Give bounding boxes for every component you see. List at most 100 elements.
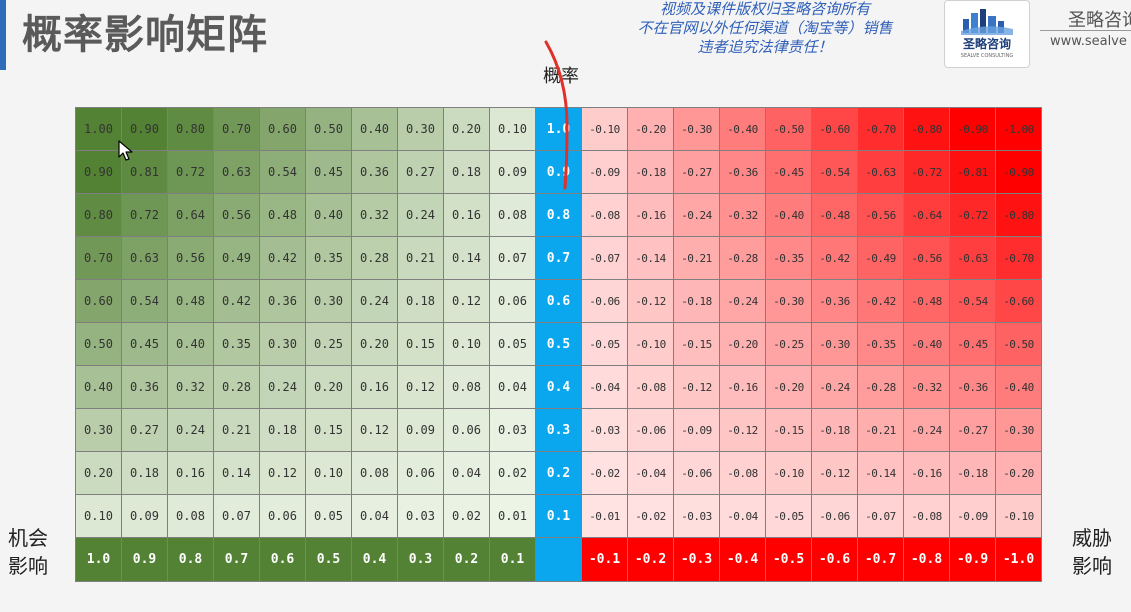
opportunity-cell: 0.10 bbox=[305, 451, 352, 495]
threat-impact-label: 威胁 影响 bbox=[1072, 524, 1112, 580]
opportunity-cell: 0.27 bbox=[397, 150, 444, 194]
threat-cell: -0.08 bbox=[903, 494, 950, 538]
threat-cell: -0.36 bbox=[719, 150, 766, 194]
threat-cell: -1.00 bbox=[995, 107, 1042, 151]
opportunity-cell: 0.02 bbox=[489, 451, 536, 495]
brand-name: 圣略咨询 bbox=[1068, 10, 1131, 31]
threat-cell: -0.16 bbox=[627, 193, 674, 237]
threat-label-line: 影响 bbox=[1072, 554, 1112, 578]
probability-cell: 0.3 bbox=[535, 408, 582, 452]
opportunity-cell: 0.16 bbox=[443, 193, 490, 237]
matrix-row: 0.20 0.18 0.16 0.14 0.12 0.10 0.08 0.06 0.04 0.02… bbox=[75, 451, 1042, 495]
probability-cell: 0.4 bbox=[535, 365, 582, 409]
opportunity-cell: 0.06 bbox=[397, 451, 444, 495]
opportunity-cell: 0.08 bbox=[351, 451, 398, 495]
threat-cell: -0.20 bbox=[719, 322, 766, 366]
threat-cell: -0.64 bbox=[903, 193, 950, 237]
opportunity-cell: 0.08 bbox=[489, 193, 536, 237]
threat-cell: -0.02 bbox=[581, 451, 628, 495]
threat-cell: -0.40 bbox=[903, 322, 950, 366]
opportunity-cell: 0.35 bbox=[305, 236, 352, 280]
threat-impact-label-cell: -0.5 bbox=[765, 537, 812, 582]
opportunity-impact-label-cell: 0.7 bbox=[213, 537, 260, 582]
copyright-line: 违者追究法律责任！ bbox=[697, 38, 833, 56]
opportunity-cell: 0.72 bbox=[121, 193, 168, 237]
opportunity-cell: 0.18 bbox=[121, 451, 168, 495]
opportunity-cell: 0.40 bbox=[75, 365, 122, 409]
copyright-line: 视频及课件版权归圣略咨询所有 bbox=[659, 0, 870, 18]
threat-cell: -0.40 bbox=[765, 193, 812, 237]
threat-cell: -0.90 bbox=[995, 150, 1042, 194]
threat-cell: -0.49 bbox=[857, 236, 904, 280]
opportunity-cell: 0.03 bbox=[397, 494, 444, 538]
copyright-line: 不在官网以外任何渠道（淘宝等）销售 bbox=[637, 19, 893, 37]
opportunity-cell: 0.80 bbox=[167, 107, 214, 151]
threat-cell: -0.40 bbox=[719, 107, 766, 151]
threat-impact-label-cell: -0.3 bbox=[673, 537, 720, 582]
threat-cell: -0.80 bbox=[903, 107, 950, 151]
opportunity-cell: 0.10 bbox=[443, 322, 490, 366]
opportunity-impact-label-cell: 0.8 bbox=[167, 537, 214, 582]
opportunity-cell: 0.36 bbox=[351, 150, 398, 194]
opportunity-cell: 0.63 bbox=[121, 236, 168, 280]
threat-cell: -0.32 bbox=[903, 365, 950, 409]
opportunity-impact-label-cell: 0.3 bbox=[397, 537, 444, 582]
matrix-row: 0.10 0.09 0.08 0.07 0.06 0.05 0.04 0.03 0.02 0.01… bbox=[75, 494, 1042, 538]
opportunity-cell: 0.01 bbox=[489, 494, 536, 538]
opportunity-cell: 0.60 bbox=[259, 107, 306, 151]
threat-cell: -0.09 bbox=[581, 150, 628, 194]
opportunity-cell: 0.30 bbox=[305, 279, 352, 323]
probability-cell: 0.5 bbox=[535, 322, 582, 366]
threat-cell: -0.81 bbox=[949, 150, 996, 194]
threat-cell: -0.06 bbox=[811, 494, 858, 538]
opportunity-cell: 0.72 bbox=[167, 150, 214, 194]
threat-cell: -0.16 bbox=[719, 365, 766, 409]
threat-cell: -0.28 bbox=[857, 365, 904, 409]
opportunity-cell: 0.27 bbox=[121, 408, 168, 452]
threat-cell: -0.06 bbox=[673, 451, 720, 495]
threat-cell: -0.45 bbox=[949, 322, 996, 366]
opportunity-cell: 0.40 bbox=[351, 107, 398, 151]
threat-cell: -0.04 bbox=[719, 494, 766, 538]
brand-url: www.sealve bbox=[1050, 34, 1127, 49]
threat-cell: -0.21 bbox=[673, 236, 720, 280]
threat-cell: -0.30 bbox=[673, 107, 720, 151]
opportunity-cell: 0.20 bbox=[305, 365, 352, 409]
threat-cell: -0.50 bbox=[995, 322, 1042, 366]
opportunity-cell: 0.14 bbox=[213, 451, 260, 495]
opportunity-cell: 0.15 bbox=[397, 322, 444, 366]
opportunity-cell: 0.70 bbox=[75, 236, 122, 280]
opportunity-cell: 0.32 bbox=[351, 193, 398, 237]
probability-cell: 0.7 bbox=[535, 236, 582, 280]
opportunity-cell: 0.64 bbox=[167, 193, 214, 237]
opportunity-label-line: 影响 bbox=[8, 554, 48, 578]
logo-text: 圣略咨询 bbox=[962, 37, 1011, 51]
opportunity-cell: 0.42 bbox=[259, 236, 306, 280]
threat-cell: -0.10 bbox=[581, 107, 628, 151]
opportunity-cell: 0.54 bbox=[259, 150, 306, 194]
threat-impact-label-cell: -0.1 bbox=[581, 537, 628, 582]
threat-cell: -0.14 bbox=[627, 236, 674, 280]
matrix-row: 0.50 0.45 0.40 0.35 0.30 0.25 0.20 0.15 0.10 0.05… bbox=[75, 322, 1042, 366]
brand-divider bbox=[1040, 30, 1131, 31]
threat-cell: -0.03 bbox=[673, 494, 720, 538]
threat-cell: -0.24 bbox=[719, 279, 766, 323]
threat-cell: -0.05 bbox=[581, 322, 628, 366]
threat-cell: -0.10 bbox=[995, 494, 1042, 538]
probability-cell: 0.2 bbox=[535, 451, 582, 495]
threat-impact-label-cell: -0.6 bbox=[811, 537, 858, 582]
threat-cell: -0.72 bbox=[903, 150, 950, 194]
city-skyline-icon bbox=[961, 9, 1013, 35]
opportunity-cell: 0.28 bbox=[213, 365, 260, 409]
opportunity-cell: 0.32 bbox=[167, 365, 214, 409]
opportunity-cell: 0.12 bbox=[443, 279, 490, 323]
opportunity-cell: 0.80 bbox=[75, 193, 122, 237]
opportunity-cell: 0.09 bbox=[489, 150, 536, 194]
threat-cell: -0.45 bbox=[765, 150, 812, 194]
threat-cell: -0.72 bbox=[949, 193, 996, 237]
opportunity-cell: 0.50 bbox=[75, 322, 122, 366]
opportunity-cell: 0.16 bbox=[167, 451, 214, 495]
threat-cell: -0.63 bbox=[949, 236, 996, 280]
opportunity-cell: 0.09 bbox=[397, 408, 444, 452]
threat-cell: -0.70 bbox=[995, 236, 1042, 280]
